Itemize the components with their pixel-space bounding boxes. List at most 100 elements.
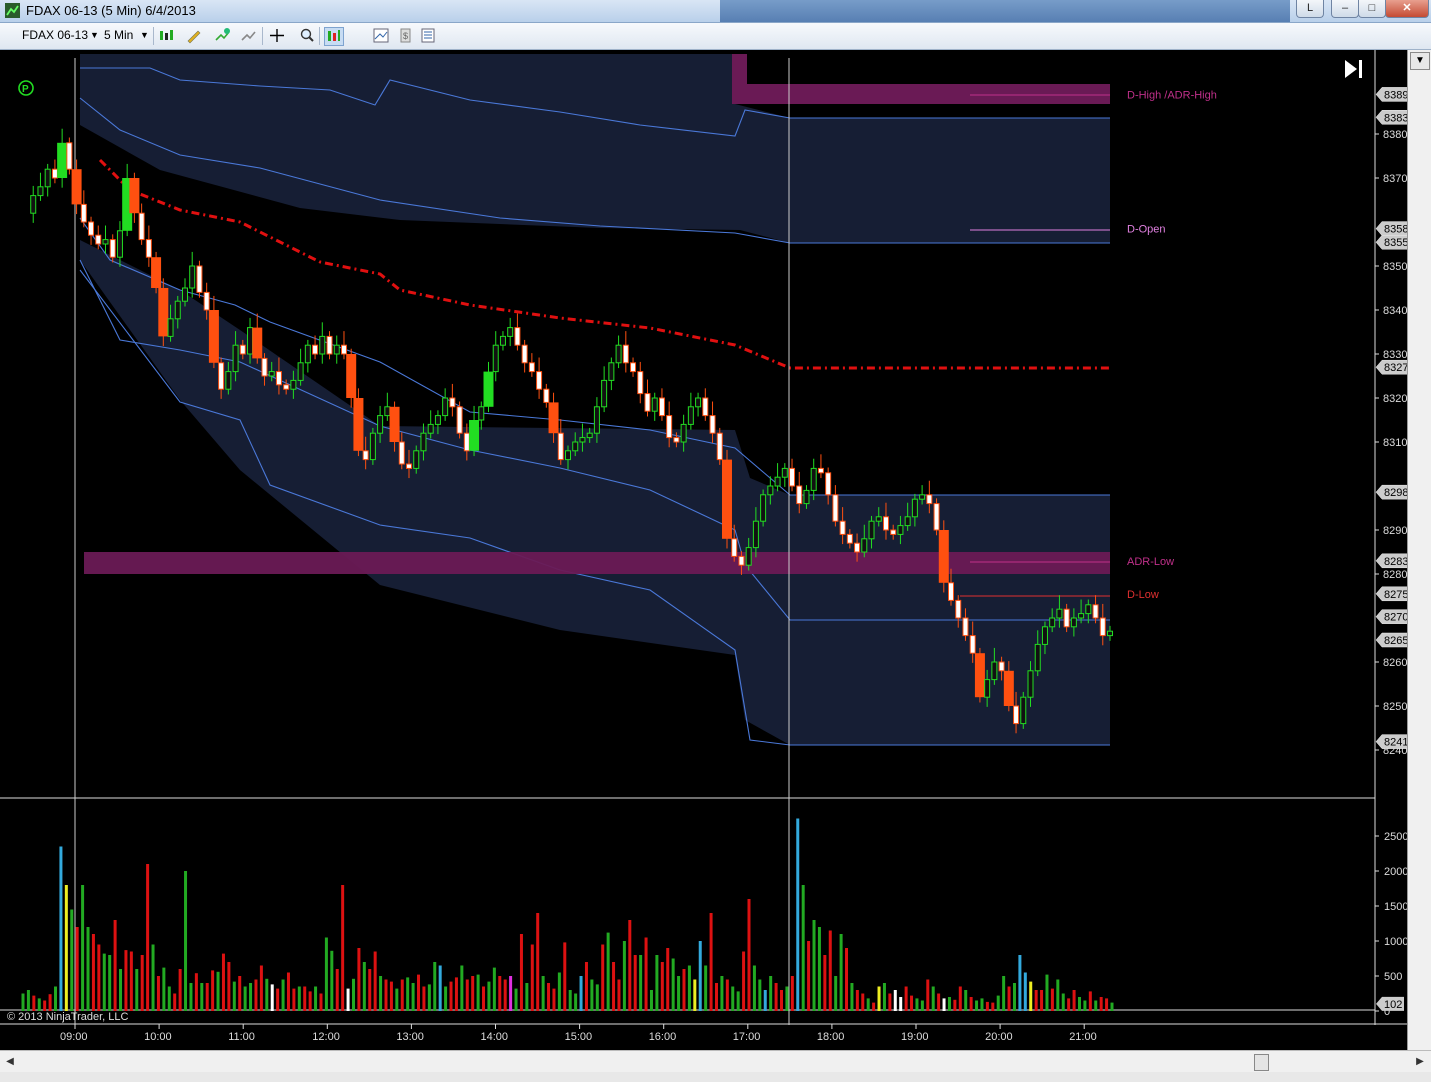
ninjatrader-app-icon — [5, 3, 20, 18]
candle-body — [868, 520, 875, 540]
time-tick-label: 11:00 — [228, 1031, 255, 1043]
candle-body — [601, 379, 608, 408]
scroll-right-icon[interactable]: ▶ — [1412, 1054, 1428, 1069]
data-box-icon[interactable] — [324, 27, 344, 46]
candle-body — [774, 476, 781, 487]
volume-bar — [449, 981, 453, 1011]
price-marker-label: 8270.3 — [1384, 612, 1407, 624]
volume-bar — [292, 988, 296, 1011]
volume-bar — [612, 962, 616, 1011]
svg-text:$: $ — [403, 31, 408, 41]
volume-bar — [682, 969, 686, 1011]
candle-body — [1013, 705, 1020, 725]
level-label: D-High /ADR-High — [1127, 89, 1217, 101]
candle-body — [406, 463, 413, 469]
volume-bar — [725, 979, 729, 1011]
candle-body — [586, 432, 593, 439]
volume-bar — [389, 981, 393, 1011]
price-marker-icon[interactable]: $ — [396, 27, 414, 44]
maximize-button[interactable]: □ — [1358, 0, 1386, 18]
candle-body — [1020, 696, 1027, 725]
volume-bar — [801, 885, 805, 1011]
volume-bar — [758, 979, 762, 1011]
candle-body — [557, 432, 564, 461]
volume-bar — [817, 927, 821, 1011]
volume-bar — [698, 941, 702, 1011]
price-and-volume-chart[interactable]: 8380.0 8370.0 8350.0 8340.0 8330.0 8320.0 8310… — [0, 50, 1419, 1050]
horizontal-scrollbar[interactable]: ◀ ▶ — [0, 1050, 1431, 1073]
volume-bar — [482, 986, 486, 1011]
volume-bar — [720, 976, 724, 1011]
volume-bar — [75, 927, 79, 1011]
close-button[interactable]: ✕ — [1385, 0, 1429, 18]
volume-bar — [54, 986, 58, 1011]
volume-bar — [552, 988, 556, 1011]
volume-bar — [189, 983, 193, 1011]
volume-bar — [503, 979, 507, 1011]
candle-body — [738, 555, 745, 566]
scrollbar-thumb[interactable] — [1254, 1054, 1269, 1071]
candle-body — [608, 362, 615, 381]
volume-bar — [796, 818, 800, 1011]
volume-bar — [769, 976, 773, 1011]
candle-body — [95, 234, 102, 245]
candle-body — [71, 169, 82, 205]
pencil-draw-icon[interactable] — [185, 27, 203, 44]
panel-dropdown-icon[interactable]: ▼ — [1410, 52, 1430, 70]
volume-bar — [37, 998, 41, 1011]
volume-bar — [910, 995, 914, 1011]
candle-body — [1063, 608, 1070, 628]
volume-bar — [1077, 997, 1081, 1011]
interval-dropdown-icon[interactable]: ▼ — [140, 26, 149, 45]
candle-body — [543, 388, 550, 403]
volume-bar — [48, 994, 52, 1011]
volume-bar — [59, 846, 63, 1011]
candle-body — [984, 679, 991, 698]
candle-body — [789, 467, 796, 487]
volume-bar — [655, 955, 659, 1011]
candle-body — [1027, 670, 1034, 698]
add-indicator-icon[interactable] — [214, 27, 232, 44]
volume-bar — [866, 998, 870, 1011]
strategy-icon[interactable] — [240, 27, 258, 44]
interval-selector[interactable]: 5 Min — [104, 26, 133, 45]
properties-icon[interactable] — [419, 27, 437, 44]
candlestick-style-icon[interactable] — [158, 27, 176, 44]
volume-bar — [861, 993, 865, 1011]
volume-bar — [498, 976, 502, 1011]
price-tick-label: 8370.0 — [1383, 173, 1407, 185]
volume-bar — [563, 942, 567, 1011]
link-button[interactable]: L — [1296, 0, 1324, 18]
candle-body — [239, 344, 246, 355]
chart-properties-icon[interactable] — [372, 27, 390, 44]
crosshair-icon[interactable] — [268, 27, 286, 44]
level-label: D-Low — [1127, 589, 1159, 601]
volume-bar — [812, 920, 816, 1011]
volume-bar — [444, 986, 448, 1011]
instrument-dropdown-icon[interactable]: ▼ — [90, 26, 99, 45]
candle-body — [377, 415, 384, 434]
zoom-icon[interactable] — [298, 27, 316, 44]
volume-tick-label: 1000 — [1384, 936, 1407, 948]
volume-bar — [427, 984, 431, 1011]
level-label: D-Open — [1127, 224, 1166, 236]
volume-bar — [108, 955, 112, 1011]
toolbar-separator — [262, 27, 263, 45]
instrument-selector[interactable]: FDAX 06-13 — [22, 26, 88, 45]
volume-bar — [465, 979, 469, 1011]
volume-bar — [281, 979, 285, 1011]
volume-bar — [996, 995, 1000, 1011]
scroll-left-icon[interactable]: ◀ — [2, 1054, 18, 1069]
volume-bar — [964, 990, 968, 1011]
volume-bar — [357, 948, 361, 1011]
chart-panel[interactable]: 8380.0 8370.0 8350.0 8340.0 8330.0 8320.0 8310… — [0, 50, 1431, 1060]
volume-bar — [351, 978, 355, 1011]
candle-body — [232, 344, 239, 373]
minimize-button[interactable]: – — [1331, 0, 1359, 18]
volume-bar — [1094, 1000, 1098, 1011]
candle-body — [333, 344, 340, 355]
candle-body — [752, 520, 759, 549]
volume-bar — [167, 986, 171, 1011]
volume-bar — [384, 979, 388, 1011]
candle-body — [1034, 643, 1041, 672]
